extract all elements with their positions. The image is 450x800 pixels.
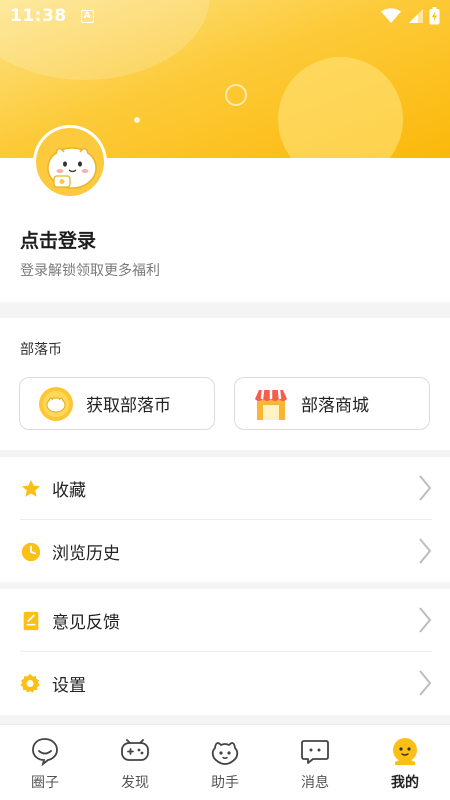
profile-icon	[393, 738, 417, 765]
gear-icon	[20, 673, 40, 693]
chevron-right-icon	[419, 475, 432, 501]
status-time: 11:38	[10, 6, 67, 26]
nav-tab-discover[interactable]: 发现	[90, 725, 180, 800]
feedback-icon	[23, 611, 39, 630]
nav-tab-circle[interactable]: 圈子	[0, 725, 90, 800]
chevron-right-icon	[419, 538, 432, 564]
decor-dot	[134, 117, 140, 123]
login-subtitle: 登录解锁领取更多福利	[20, 263, 160, 279]
nav-label: 发现	[121, 775, 149, 791]
battery-charging-icon	[429, 7, 440, 25]
message-icon	[301, 740, 329, 764]
shop-icon	[255, 389, 287, 420]
signal-icon	[409, 9, 423, 23]
wifi-icon	[381, 8, 401, 23]
gamepad-icon	[121, 739, 149, 761]
tribe-coin-section: 部落币 获取部落币 部落商城	[0, 318, 450, 450]
settings-label: 设置	[52, 676, 86, 696]
nav-label: 消息	[301, 775, 329, 791]
avatar[interactable]	[33, 125, 107, 199]
menu-item-favorites[interactable]: 收藏	[0, 457, 450, 520]
clock-icon	[21, 542, 41, 561]
star-icon	[22, 479, 40, 497]
tribe-shop-label: 部落商城	[301, 396, 369, 416]
coin-icon	[39, 386, 73, 421]
favorites-label: 收藏	[52, 481, 86, 501]
menu-group-activity: 收藏 浏览历史	[0, 457, 450, 582]
menu-item-feedback[interactable]: 意见反馈	[0, 589, 450, 652]
menu-item-history[interactable]: 浏览历史	[0, 520, 450, 583]
feedback-label: 意见反馈	[52, 613, 120, 633]
login-title[interactable]: 点击登录	[20, 226, 96, 253]
nav-label: 圈子	[31, 775, 59, 791]
history-label: 浏览历史	[52, 544, 120, 564]
decor-circle	[278, 57, 403, 158]
nav-tab-assistant[interactable]: 助手	[180, 725, 270, 800]
get-coins-label: 获取部落币	[86, 396, 171, 416]
hamster-mascot-icon	[47, 147, 97, 189]
bottom-navigation: 圈子 发现 助手 消息 我的	[0, 724, 450, 800]
get-coins-button[interactable]: 获取部落币	[19, 377, 215, 430]
nav-tab-mine[interactable]: 我的	[360, 725, 450, 800]
menu-group-settings: 意见反馈 设置	[0, 589, 450, 715]
tribe-shop-button[interactable]: 部落商城	[234, 377, 430, 430]
chevron-right-icon	[419, 670, 432, 696]
chevron-right-icon	[419, 607, 432, 633]
nav-tab-messages[interactable]: 消息	[270, 725, 360, 800]
status-bar: 11:38 A	[0, 0, 450, 32]
nav-label: 助手	[211, 775, 239, 791]
circle-chat-icon	[32, 738, 58, 766]
section-title: 部落币	[20, 342, 62, 358]
decor-ring	[225, 84, 247, 106]
menu-item-settings[interactable]: 设置	[0, 652, 450, 715]
assistant-icon	[211, 742, 239, 765]
notification-a-icon: A	[80, 9, 94, 23]
nav-label: 我的	[391, 775, 419, 791]
